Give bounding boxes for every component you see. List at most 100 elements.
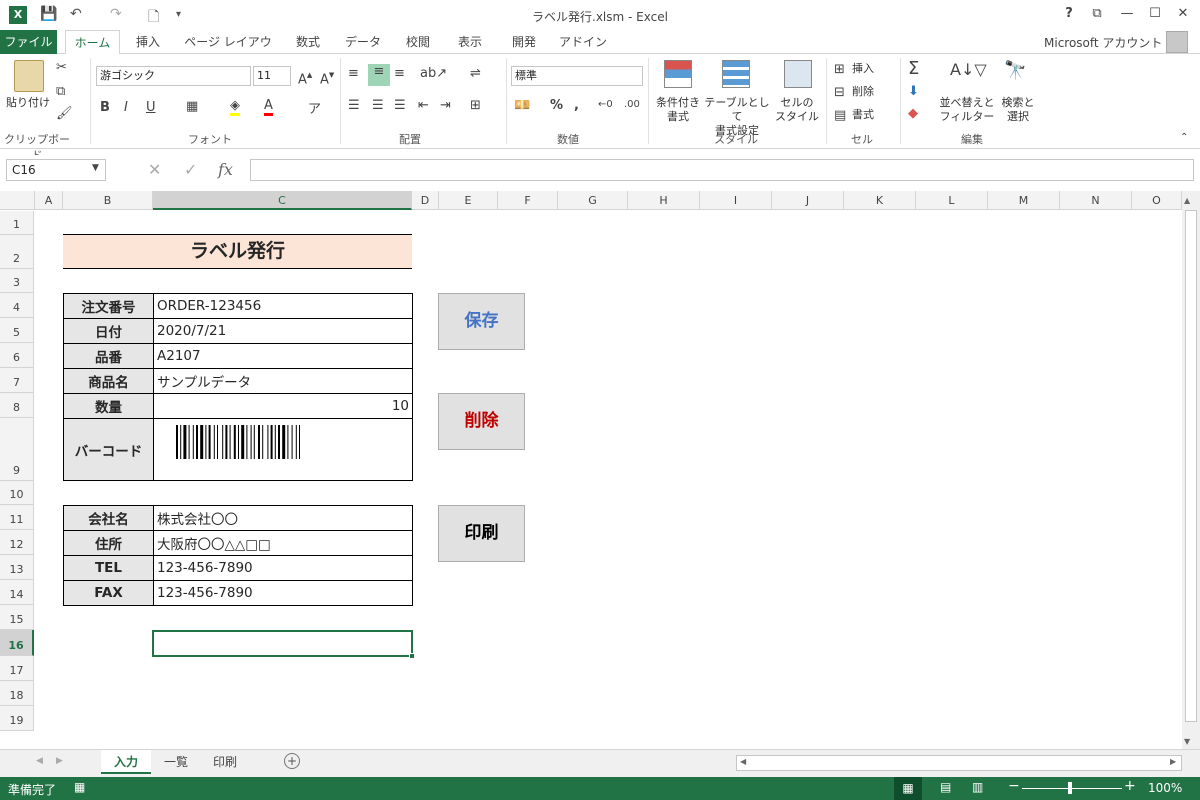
row-header-6[interactable]: 6 — [0, 343, 34, 368]
format-painter-icon[interactable]: 🖌 — [56, 106, 73, 121]
cell-styles-button[interactable]: セルの スタイル — [772, 96, 822, 124]
scroll-right-icon[interactable]: ▶ — [1170, 757, 1176, 766]
zoom-slider-thumb[interactable] — [1068, 782, 1072, 794]
macro-record-icon[interactable]: ▦ — [74, 780, 85, 794]
align-center-icon[interactable]: ☰ — [372, 98, 384, 113]
row-header-5[interactable]: 5 — [0, 318, 34, 343]
tab-formulas[interactable]: 数式 — [288, 30, 328, 54]
column-header-N[interactable]: N — [1060, 191, 1132, 210]
font-size-select[interactable]: 11 — [253, 66, 291, 86]
phonetic-icon[interactable]: ア — [308, 98, 321, 117]
row-header-3[interactable]: 3 — [0, 269, 34, 293]
paste-icon[interactable] — [14, 60, 44, 92]
tab-review[interactable]: 校閲 — [398, 30, 438, 54]
row-header-14[interactable]: 14 — [0, 580, 34, 605]
align-right-icon[interactable]: ☰ — [394, 98, 406, 113]
tel-value[interactable]: 123-456-7890 — [153, 555, 413, 581]
scroll-left-icon[interactable]: ◀ — [740, 757, 746, 766]
autosum-icon[interactable]: Σ — [908, 58, 919, 79]
formula-input[interactable] — [250, 159, 1194, 181]
avatar[interactable] — [1166, 31, 1188, 53]
collapse-ribbon-icon[interactable]: ⌃ — [1180, 132, 1188, 143]
vertical-scroll-thumb[interactable] — [1185, 210, 1197, 722]
column-header-H[interactable]: H — [628, 191, 700, 210]
border-icon[interactable]: ▦ — [186, 99, 198, 114]
percent-icon[interactable]: % — [550, 98, 563, 113]
format-as-table-icon[interactable] — [722, 60, 750, 88]
row-header-10[interactable]: 10 — [0, 481, 34, 505]
cell-styles-icon[interactable] — [784, 60, 812, 88]
format-cells-icon[interactable]: ▤ — [834, 108, 846, 123]
find-select-button[interactable]: 検索と 選択 — [996, 96, 1040, 124]
fill-icon[interactable]: ⬇ — [908, 84, 919, 99]
increase-decimal-icon[interactable]: ←0 — [598, 99, 613, 110]
decrease-indent-icon[interactable]: ⇤ — [418, 98, 429, 113]
zoom-out-icon[interactable]: − — [1008, 778, 1020, 794]
column-header-D[interactable]: D — [412, 191, 439, 210]
column-header-G[interactable]: G — [558, 191, 628, 210]
close-button[interactable]: ✕ — [1172, 4, 1194, 24]
order-number-value[interactable]: ORDER-123456 — [153, 293, 413, 319]
row-header-18[interactable]: 18 — [0, 681, 34, 706]
row-header-15[interactable]: 15 — [0, 605, 34, 630]
bold-icon[interactable]: B — [100, 100, 110, 115]
tab-data[interactable]: データ — [340, 30, 386, 54]
row-header-17[interactable]: 17 — [0, 656, 34, 681]
row-header-13[interactable]: 13 — [0, 555, 34, 580]
delete-cells-button[interactable]: 削除 — [852, 85, 874, 99]
column-header-O[interactable]: O — [1132, 191, 1182, 210]
maximize-button[interactable]: ☐ — [1144, 4, 1166, 24]
print-button[interactable]: 印刷 — [438, 505, 525, 562]
insert-function-button[interactable]: fx — [218, 160, 233, 179]
date-value[interactable]: 2020/7/21 — [153, 318, 413, 344]
product-name-value[interactable]: サンプルデータ — [153, 368, 413, 394]
row-header-11[interactable]: 11 — [0, 505, 34, 530]
row-header-2[interactable]: 2 — [0, 235, 34, 269]
row-header-7[interactable]: 7 — [0, 368, 34, 393]
merge-center-icon[interactable]: ⊞ — [470, 98, 481, 113]
quantity-value[interactable]: 10 — [153, 393, 413, 419]
sheet-tab-input[interactable]: 入力 — [101, 750, 151, 774]
tab-insert[interactable]: 挿入 — [128, 30, 168, 54]
zoom-slider[interactable] — [1022, 788, 1122, 789]
column-header-F[interactable]: F — [498, 191, 558, 210]
zoom-level[interactable]: 100% — [1148, 781, 1182, 795]
row-header-4[interactable]: 4 — [0, 293, 34, 318]
name-box-dropdown-icon[interactable]: ▼ — [92, 163, 99, 173]
format-cells-button[interactable]: 書式 — [852, 108, 874, 122]
selected-cell[interactable] — [152, 630, 413, 657]
font-color-icon[interactable]: A — [264, 98, 273, 116]
paste-button-label[interactable]: 貼り付け — [4, 96, 52, 110]
cut-icon[interactable]: ✂ — [56, 60, 67, 75]
scroll-down-icon[interactable]: ▼ — [1184, 737, 1190, 746]
page-layout-view-icon[interactable]: ▤ — [940, 780, 951, 794]
account-label[interactable]: Microsoft アカウント — [1044, 34, 1162, 51]
horizontal-scrollbar[interactable] — [736, 755, 1182, 771]
tab-developer[interactable]: 開発 — [502, 30, 546, 54]
save-button[interactable]: 保存 — [438, 293, 525, 350]
wrap-text-icon[interactable]: ⇌ — [470, 66, 481, 81]
row-header-19[interactable]: 19 — [0, 706, 34, 731]
sheet-tab-print[interactable]: 印刷 — [202, 750, 248, 774]
number-format-select[interactable]: 標準 — [511, 66, 643, 86]
italic-icon[interactable]: I — [124, 100, 128, 115]
name-box[interactable]: C16 — [6, 159, 106, 181]
tab-file[interactable]: ファイル — [0, 30, 57, 54]
tab-addins[interactable]: アドイン — [556, 30, 610, 54]
delete-button[interactable]: 削除 — [438, 393, 525, 450]
insert-cells-button[interactable]: 挿入 — [852, 62, 874, 76]
delete-cells-icon[interactable]: ⊟ — [834, 85, 845, 100]
row-header-16[interactable]: 16 — [0, 630, 34, 656]
find-select-icon[interactable]: 🔭 — [1004, 60, 1026, 81]
sort-filter-button[interactable]: 並べ替えと フィルター — [938, 96, 996, 124]
confirm-entry-icon[interactable]: ✓ — [184, 160, 197, 179]
row-header-1[interactable]: 1 — [0, 211, 34, 235]
column-header-K[interactable]: K — [844, 191, 916, 210]
comma-icon[interactable]: , — [574, 98, 579, 113]
tab-home[interactable]: ホーム — [65, 30, 120, 55]
fill-color-icon[interactable]: ◈ — [230, 98, 240, 116]
column-header-B[interactable]: B — [63, 191, 153, 210]
help-button[interactable]: ? — [1058, 4, 1080, 24]
column-header-J[interactable]: J — [772, 191, 844, 210]
page-break-view-icon[interactable]: ▥ — [972, 780, 983, 794]
